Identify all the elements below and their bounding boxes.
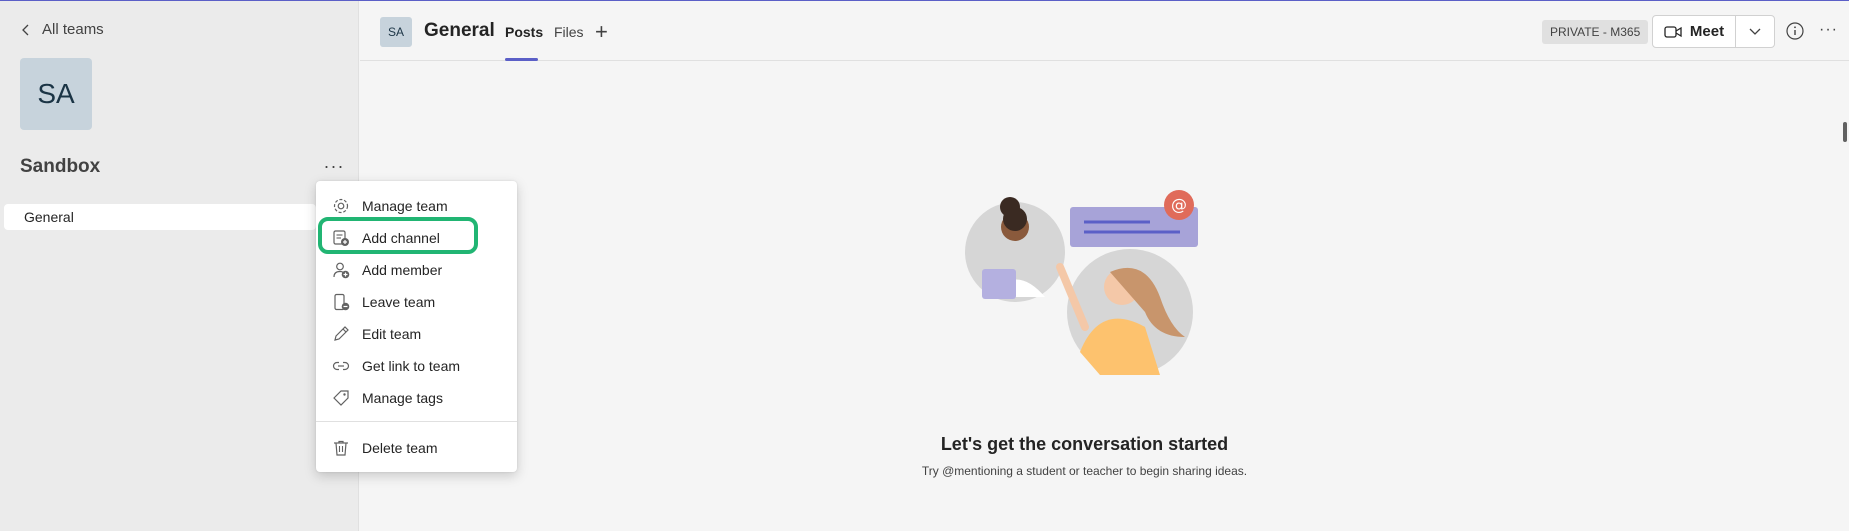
svg-text:@: @ bbox=[1171, 195, 1187, 214]
info-icon[interactable] bbox=[1785, 21, 1805, 41]
menu-item-edit-team[interactable]: Edit team bbox=[316, 318, 517, 350]
posts-area: @ Let's get the conversation started Try… bbox=[360, 62, 1849, 531]
meet-dropdown-button[interactable] bbox=[1736, 16, 1774, 47]
menu-item-label: Get link to team bbox=[362, 358, 461, 374]
meet-button[interactable]: Meet bbox=[1653, 16, 1736, 47]
header-more-options-button[interactable]: ··· bbox=[1819, 21, 1838, 39]
channel-header: SA General Posts Files + PRIVATE - M365 … bbox=[360, 1, 1849, 61]
team-options-menu: Manage team Add channel Add member Leave… bbox=[316, 181, 517, 472]
channel-item-general[interactable]: General bbox=[4, 204, 316, 230]
scrollbar-thumb[interactable] bbox=[1843, 122, 1847, 142]
pencil-icon bbox=[334, 326, 349, 341]
tag-icon bbox=[333, 390, 349, 406]
empty-state-title: Let's get the conversation started bbox=[940, 434, 1229, 454]
sidebar: All teams SA Sandbox ··· General bbox=[0, 1, 359, 531]
privacy-badge: PRIVATE - M365 bbox=[1542, 20, 1649, 44]
menu-item-label: Manage tags bbox=[362, 390, 443, 406]
team-more-options-button[interactable]: ··· bbox=[322, 154, 346, 178]
video-camera-icon bbox=[1664, 25, 1682, 38]
active-tab-indicator bbox=[505, 58, 538, 61]
menu-item-label: Add member bbox=[362, 262, 443, 278]
channel-title: General bbox=[424, 20, 495, 41]
add-channel-highlight-ring bbox=[318, 217, 478, 254]
menu-item-manage-tags[interactable]: Manage tags bbox=[316, 382, 517, 414]
team-avatar: SA bbox=[20, 58, 92, 130]
menu-item-label: Edit team bbox=[362, 326, 422, 342]
tab-files[interactable]: Files bbox=[554, 24, 584, 40]
conversation-illustration: @ bbox=[965, 190, 1198, 375]
menu-item-delete-team[interactable]: Delete team bbox=[316, 432, 517, 464]
menu-item-get-link[interactable]: Get link to team bbox=[316, 350, 517, 382]
meet-label: Meet bbox=[1689, 23, 1725, 40]
meet-button-group: Meet bbox=[1652, 15, 1775, 48]
all-teams-label: All teams bbox=[42, 21, 104, 38]
tab-posts[interactable]: Posts bbox=[505, 24, 543, 40]
trash-icon bbox=[334, 440, 348, 456]
gear-icon bbox=[333, 198, 349, 214]
add-member-icon bbox=[333, 262, 350, 279]
menu-item-label: Leave team bbox=[362, 294, 436, 310]
menu-item-label: Manage team bbox=[362, 198, 448, 214]
menu-divider bbox=[316, 421, 517, 422]
menu-item-label: Delete team bbox=[362, 440, 438, 456]
channel-label: General bbox=[24, 209, 74, 225]
empty-state-subtitle: Try @mentioning a student or teacher to … bbox=[921, 464, 1248, 478]
link-icon bbox=[332, 361, 350, 371]
channel-avatar: SA bbox=[380, 17, 412, 47]
menu-item-leave-team[interactable]: Leave team bbox=[316, 286, 517, 318]
chevron-down-icon bbox=[1749, 28, 1761, 35]
leave-team-icon bbox=[334, 293, 350, 311]
chevron-left-icon bbox=[22, 24, 29, 35]
team-name: Sandbox bbox=[20, 156, 101, 177]
all-teams-link[interactable]: All teams bbox=[20, 21, 104, 38]
add-tab-button[interactable]: + bbox=[595, 19, 608, 45]
menu-item-add-member[interactable]: Add member bbox=[316, 254, 517, 286]
